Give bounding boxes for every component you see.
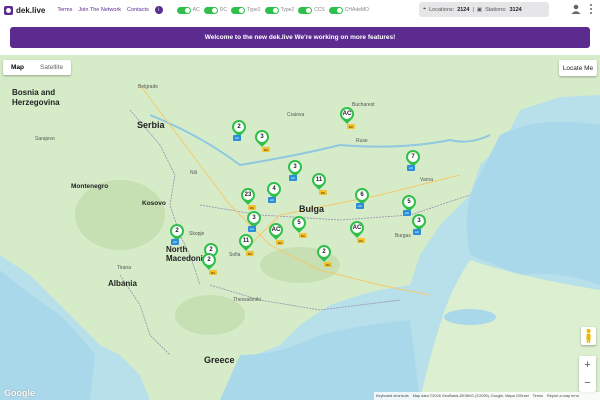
keyboard-shortcuts-link[interactable]: Keyboard shortcuts — [376, 394, 409, 398]
country-label: Bosnia and — [12, 88, 56, 97]
toggle-label: Type2 — [280, 7, 295, 13]
info-badge[interactable]: i — [154, 6, 163, 14]
more-menu-icon[interactable] — [590, 4, 594, 14]
city-label: Ruse — [356, 138, 368, 144]
divider: | — [472, 6, 474, 13]
country-label: Bulga — [299, 204, 325, 214]
nav-terms-link[interactable]: Terms — [57, 7, 72, 13]
toggle-switch[interactable] — [298, 6, 313, 14]
top-nav: Terms Join The Network Contacts i — [57, 6, 163, 14]
city-label: Varna — [420, 177, 433, 183]
toggle-switch[interactable] — [264, 6, 279, 14]
city-label: Skopje — [189, 231, 205, 237]
toggle-label: CHAdeMO — [344, 7, 369, 13]
locate-me-button[interactable]: Locate Me — [559, 60, 597, 76]
charging-marker[interactable]: 7 AC — [403, 147, 423, 172]
terms-link[interactable]: Terms — [533, 394, 543, 398]
charging-marker[interactable]: 11 DC — [236, 231, 256, 256]
city-label: Thessaloniki — [233, 297, 261, 303]
charging-marker[interactable]: 4 AC — [264, 179, 284, 204]
country-label: Montenegro — [71, 183, 109, 190]
filter-type2[interactable]: Type2 — [230, 6, 261, 14]
country-label: Albania — [108, 279, 137, 288]
charging-marker[interactable]: 23 DC — [238, 185, 258, 210]
connector-filters: AC DC Type2 Type2 CCS CHAdeMO — [176, 6, 369, 14]
announcement-banner: Welcome to the new dek.live We're workin… — [10, 27, 590, 48]
user-icon[interactable] — [571, 4, 581, 14]
street-view-pegman-icon[interactable] — [581, 327, 596, 345]
map-data-text: Map data ©2026 GeoBasis-DE/BKG (©2009), … — [412, 394, 529, 398]
location-pin-icon: ⌖ — [423, 6, 427, 12]
logo[interactable]: dek.live — [4, 5, 46, 15]
toggle-label: DC — [219, 7, 227, 13]
toggle-label: CCS — [314, 7, 325, 13]
map-type-control: Map Satellite — [3, 60, 72, 75]
city-label: Craiova — [287, 112, 305, 118]
charging-marker[interactable]: AC DC — [266, 220, 286, 245]
toggle-switch[interactable] — [328, 6, 343, 14]
stats-panel: ⌖ Locations: 2124 | ▣ Stations: 3124 — [419, 2, 549, 17]
logo-text: dek.live — [16, 5, 46, 15]
city-label: Belgrade — [138, 84, 159, 90]
charging-marker[interactable]: AC DC — [347, 218, 367, 243]
charging-marker[interactable]: 2 DC — [314, 242, 334, 267]
city-label: Burgas — [395, 233, 411, 239]
zoom-out-button[interactable]: − — [584, 377, 590, 389]
locations-label: Locations: — [429, 6, 455, 13]
google-logo: Google — [4, 388, 35, 398]
city-label: Niš — [190, 170, 198, 176]
toggle-switch[interactable] — [230, 6, 245, 14]
country-label: North — [166, 245, 188, 254]
map-attribution: Keyboard shortcuts Map data ©2026 GeoBas… — [374, 392, 600, 400]
nav-join-link[interactable]: Join The Network — [78, 7, 121, 13]
nav-contacts-link[interactable]: Contacts — [127, 7, 149, 13]
charging-marker[interactable]: 3 AC — [285, 157, 305, 182]
toggle-label: Type2 — [246, 7, 261, 13]
city-label: Tirana — [117, 265, 131, 271]
toggle-switch[interactable] — [203, 6, 218, 14]
country-label: Herzegovina — [12, 98, 60, 107]
filter-dc[interactable]: DC — [203, 6, 227, 14]
country-label: Greece — [204, 355, 235, 365]
zoom-control: + − — [579, 356, 596, 392]
charging-marker[interactable]: 2 DC — [199, 250, 219, 275]
banner-text: Welcome to the new dek.live We're workin… — [204, 34, 396, 41]
charging-marker[interactable]: 3 DC — [252, 127, 272, 152]
city-label: Sarajevo — [35, 136, 55, 142]
filter-ac[interactable]: AC — [176, 6, 200, 14]
map-type-satellite-button[interactable]: Satellite — [32, 60, 71, 75]
zoom-in-button[interactable]: + — [584, 359, 590, 371]
charging-marker[interactable]: 3 AC — [244, 208, 264, 233]
logo-icon — [4, 5, 13, 15]
report-error-link[interactable]: Report a map error — [547, 394, 579, 398]
filter-type2-socket[interactable]: Type2 — [264, 6, 295, 14]
locations-value: 2124 — [457, 6, 470, 13]
city-label: Bucharest — [352, 102, 375, 108]
charging-marker[interactable]: 6 AC — [352, 185, 372, 210]
stations-value: 3124 — [509, 6, 522, 13]
stations-label: Stations: — [485, 6, 507, 13]
map-view[interactable]: Bosnia and Herzegovina Serbia Montenegro… — [0, 55, 600, 400]
filter-chademo[interactable]: CHAdeMO — [328, 6, 369, 14]
toggle-label: AC — [192, 7, 200, 13]
charging-marker[interactable]: 3 AC — [409, 211, 429, 236]
charging-marker[interactable]: 2AC — [167, 221, 187, 246]
map-type-map-button[interactable]: Map — [3, 60, 32, 75]
filter-ccs[interactable]: CCS — [298, 6, 325, 14]
charging-marker[interactable]: AC DC — [337, 104, 357, 129]
charging-marker[interactable]: 2AC — [229, 117, 249, 142]
charging-marker[interactable]: 11 DC — [309, 170, 329, 195]
charging-marker[interactable]: 5 DC — [289, 213, 309, 238]
country-label: Serbia — [137, 120, 165, 130]
toggle-switch[interactable] — [176, 6, 191, 14]
station-icon: ▣ — [476, 6, 483, 13]
country-label: Kosovo — [142, 200, 166, 207]
top-bar: dek.live Terms Join The Network Contacts… — [0, 0, 600, 20]
